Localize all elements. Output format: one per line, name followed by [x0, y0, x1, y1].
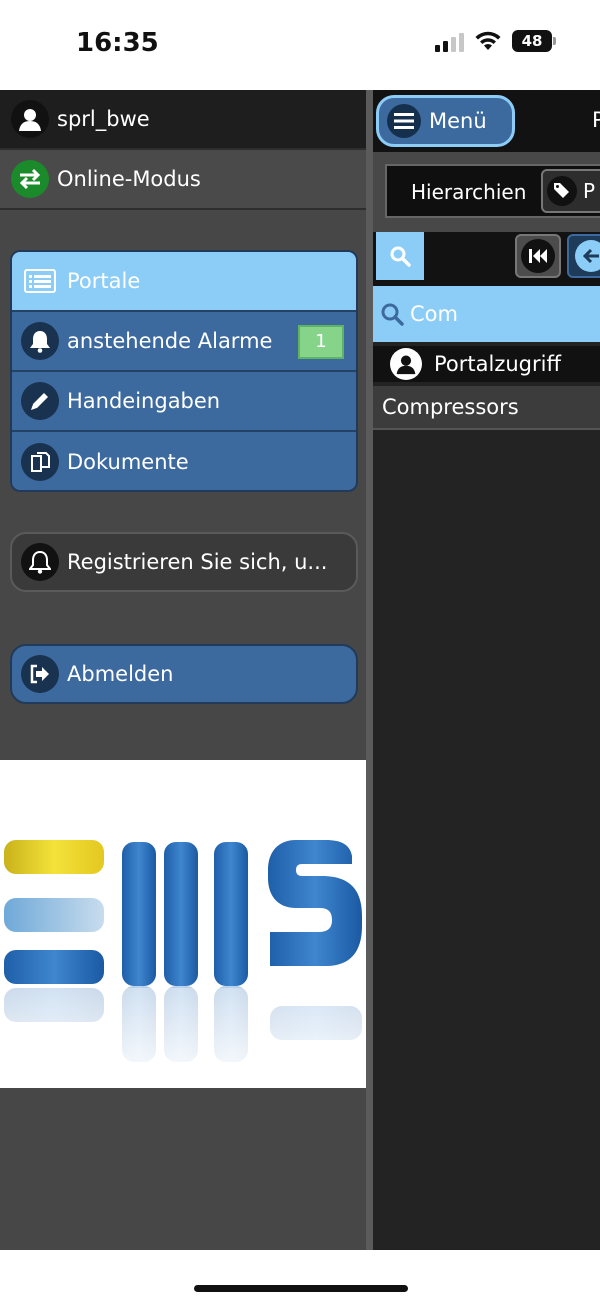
tag-button[interactable]: P	[541, 169, 600, 213]
battery-icon: 48	[512, 30, 556, 52]
left-sidebar: sprl_bwe Online-Modus Portale anstehende…	[0, 90, 368, 1250]
logout-button[interactable]: Abmelden	[10, 644, 358, 704]
hierarchy-label: Hierarchien	[411, 180, 527, 204]
portal-access-label: Portalzugriff	[434, 352, 561, 376]
user-row[interactable]: sprl_bwe	[0, 90, 366, 150]
back-button[interactable]	[567, 234, 600, 278]
home-indicator[interactable]	[194, 1285, 408, 1292]
menu-button[interactable]: Menü	[376, 95, 515, 147]
search-field[interactable]	[373, 286, 600, 342]
register-notification-button[interactable]: Registrieren Sie sich, u...	[10, 532, 358, 592]
sync-arrows-icon	[11, 160, 49, 198]
logout-icon	[21, 655, 59, 693]
nav-label: Portale	[67, 269, 141, 293]
register-label: Registrieren Sie sich, u...	[67, 550, 328, 574]
bottom-bar	[0, 1250, 600, 1299]
nav-group: Portale anstehende Alarme 1 Handeingaben…	[10, 250, 358, 492]
nav-label: Dokumente	[67, 450, 189, 474]
nav-label: Handeingaben	[67, 389, 221, 413]
menu-label: Menü	[429, 109, 487, 133]
username: sprl_bwe	[57, 107, 150, 131]
tags-icon	[547, 176, 577, 206]
search-icon	[390, 246, 411, 267]
main-panel: Menü P Hierarchien P Com Portalzugriff C…	[373, 90, 600, 1250]
user-icon	[11, 100, 49, 138]
toolbar	[373, 232, 600, 286]
hierarchy-bar: Hierarchien P	[373, 152, 600, 232]
page-title: P	[592, 108, 600, 132]
nav-item-handeingaben[interactable]: Handeingaben	[12, 372, 356, 432]
cellular-signal-icon	[435, 30, 464, 52]
nav-item-alarme[interactable]: anstehende Alarme 1	[12, 312, 356, 372]
nav-item-portale[interactable]: Portale	[12, 252, 356, 312]
status-time: 16:35	[76, 28, 159, 58]
nav-label: anstehende Alarme	[67, 329, 273, 353]
search-icon	[381, 303, 404, 326]
status-icons: 48	[435, 30, 556, 52]
online-mode-label: Online-Modus	[57, 167, 201, 191]
ems-logo	[0, 760, 368, 1088]
status-bar: 16:35 48	[0, 0, 600, 90]
panel-divider[interactable]	[366, 90, 373, 1250]
list-item[interactable]: Compressors	[373, 386, 600, 430]
search-toggle-button[interactable]	[376, 232, 424, 280]
first-page-button[interactable]	[515, 234, 561, 278]
wifi-icon	[475, 31, 501, 50]
tag-label: P	[583, 179, 596, 203]
arrow-left-icon	[575, 240, 600, 272]
user-icon	[390, 348, 422, 380]
list-icon	[21, 262, 59, 300]
skip-back-icon	[521, 239, 555, 273]
bell-outline-icon	[21, 543, 59, 581]
hierarchy-selector[interactable]: Hierarchien P	[385, 164, 600, 218]
logout-label: Abmelden	[67, 662, 174, 686]
online-mode-row[interactable]: Online-Modus	[0, 150, 366, 210]
alarm-count-badge: 1	[298, 325, 344, 359]
list-item-label: Compressors	[382, 395, 519, 419]
search-input[interactable]	[410, 302, 590, 326]
top-bar: Menü P	[373, 90, 600, 152]
bell-icon	[21, 322, 59, 360]
portal-access-header: Portalzugriff	[373, 346, 600, 382]
nav-item-dokumente[interactable]: Dokumente	[12, 432, 356, 490]
hamburger-icon	[387, 104, 421, 138]
documents-icon	[21, 443, 59, 481]
pencil-icon	[21, 382, 59, 420]
